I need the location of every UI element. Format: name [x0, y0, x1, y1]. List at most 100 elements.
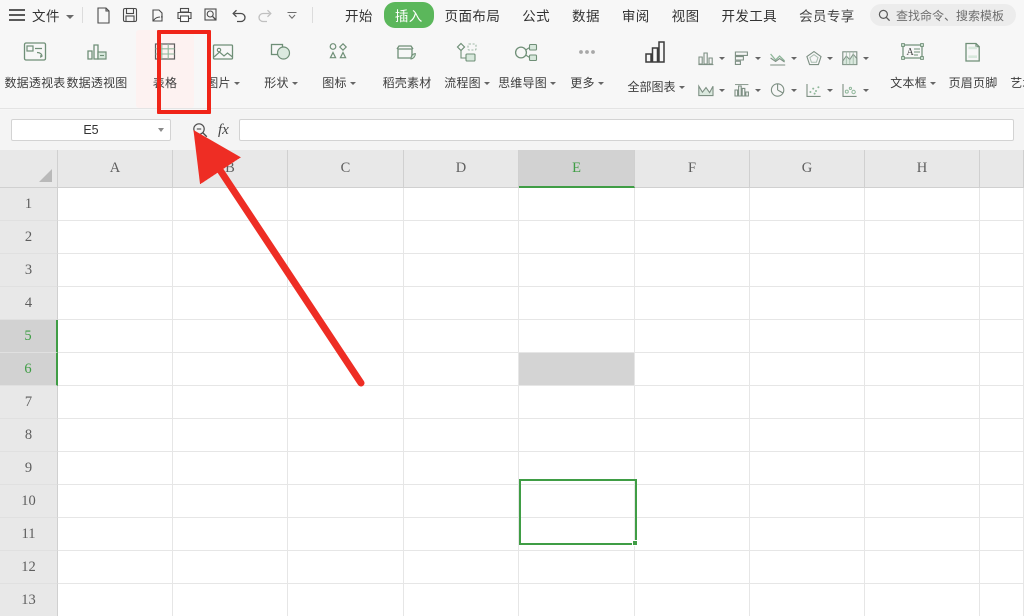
print-icon[interactable] [172, 4, 196, 26]
cell-d8[interactable] [404, 419, 519, 452]
pivot-table-button[interactable]: 数据透视表 [4, 30, 66, 108]
cell-c8[interactable] [288, 419, 404, 452]
cell-i11[interactable] [980, 518, 1024, 551]
fill-handle[interactable] [632, 540, 638, 546]
cell-b13[interactable] [173, 584, 288, 616]
cell-h1[interactable] [865, 188, 980, 221]
cell-h8[interactable] [865, 419, 980, 452]
row-header-6[interactable]: 6 [0, 353, 58, 386]
flowchart-button[interactable]: 流程图 [438, 30, 496, 108]
tab-view[interactable]: 视图 [661, 2, 711, 28]
word-art-button[interactable]: 艺术字 [1004, 30, 1024, 108]
column-header-f[interactable]: F [635, 150, 750, 188]
cell-f7[interactable] [635, 386, 750, 419]
cell-d11[interactable] [404, 518, 519, 551]
cell-i13[interactable] [980, 584, 1024, 616]
zoom-search-icon[interactable] [192, 122, 209, 139]
cell-a2[interactable] [58, 221, 173, 254]
cell-h4[interactable] [865, 287, 980, 320]
cell-g3[interactable] [750, 254, 865, 287]
cell-c9[interactable] [288, 452, 404, 485]
cell-e10[interactable] [519, 485, 635, 518]
cell-i1[interactable] [980, 188, 1024, 221]
cell-c7[interactable] [288, 386, 404, 419]
select-all-corner[interactable] [0, 150, 58, 188]
cell-e3[interactable] [519, 254, 635, 287]
cell-h2[interactable] [865, 221, 980, 254]
icons-button[interactable]: 图标 [310, 30, 368, 108]
cell-b2[interactable] [173, 221, 288, 254]
column-header-g[interactable]: G [750, 150, 865, 188]
cell-g11[interactable] [750, 518, 865, 551]
cell-c5[interactable] [288, 320, 404, 353]
mindmap-button[interactable]: 思维导图 [496, 30, 558, 108]
cell-f13[interactable] [635, 584, 750, 616]
cell-i7[interactable] [980, 386, 1024, 419]
cell-g10[interactable] [750, 485, 865, 518]
tab-developer-tools[interactable]: 开发工具 [710, 2, 788, 28]
cell-g5[interactable] [750, 320, 865, 353]
cell-a8[interactable] [58, 419, 173, 452]
shapes-button[interactable]: 形状 [252, 30, 310, 108]
cell-c10[interactable] [288, 485, 404, 518]
cell-b3[interactable] [173, 254, 288, 287]
cell-i2[interactable] [980, 221, 1024, 254]
cell-h5[interactable] [865, 320, 980, 353]
cell-i8[interactable] [980, 419, 1024, 452]
undo-icon[interactable] [226, 4, 250, 26]
cell-a3[interactable] [58, 254, 173, 287]
column-header-b[interactable]: B [173, 150, 288, 188]
cell-b9[interactable] [173, 452, 288, 485]
cell-b1[interactable] [173, 188, 288, 221]
cell-d9[interactable] [404, 452, 519, 485]
new-file-icon[interactable] [91, 4, 115, 26]
cell-a7[interactable] [58, 386, 173, 419]
cell-b6[interactable] [173, 353, 288, 386]
hamburger-icon[interactable] [9, 9, 25, 21]
row-header-13[interactable]: 13 [0, 584, 58, 616]
file-menu-button[interactable]: 文件 [32, 5, 74, 25]
cell-c2[interactable] [288, 221, 404, 254]
formula-input[interactable] [238, 119, 1014, 141]
cell-e9[interactable] [519, 452, 635, 485]
column-header-e[interactable]: E [519, 150, 635, 188]
bar-chart-button[interactable] [728, 42, 764, 74]
column-header-c[interactable]: C [288, 150, 404, 188]
all-charts-button[interactable]: 全部图表 [624, 36, 688, 95]
radar-chart-button[interactable] [800, 42, 836, 74]
cell-h13[interactable] [865, 584, 980, 616]
pivot-chart-button[interactable]: 数据透视图 [66, 30, 128, 108]
customize-qat-icon[interactable] [280, 4, 304, 26]
cell-f6[interactable] [635, 353, 750, 386]
scatter-chart-button[interactable] [800, 74, 836, 106]
name-box[interactable]: E5 [11, 119, 171, 141]
cell-d4[interactable] [404, 287, 519, 320]
tab-formula[interactable]: 公式 [511, 2, 561, 28]
tab-page-layout[interactable]: 页面布局 [434, 2, 512, 28]
cell-c6[interactable] [288, 353, 404, 386]
cell-c3[interactable] [288, 254, 404, 287]
row-header-7[interactable]: 7 [0, 386, 58, 419]
cell-a11[interactable] [58, 518, 173, 551]
row-header-3[interactable]: 3 [0, 254, 58, 287]
stock-chart-button[interactable] [692, 74, 728, 106]
cell-c4[interactable] [288, 287, 404, 320]
cell-b10[interactable] [173, 485, 288, 518]
cell-a10[interactable] [58, 485, 173, 518]
fx-label[interactable]: fx [218, 122, 229, 139]
cell-e2[interactable] [519, 221, 635, 254]
cell-b12[interactable] [173, 551, 288, 584]
tab-data[interactable]: 数据 [561, 2, 611, 28]
cell-d5[interactable] [404, 320, 519, 353]
row-header-8[interactable]: 8 [0, 419, 58, 452]
area-chart-button[interactable] [836, 42, 872, 74]
row-header-9[interactable]: 9 [0, 452, 58, 485]
cell-e6[interactable] [519, 353, 635, 386]
save-icon[interactable] [118, 4, 142, 26]
cell-f12[interactable] [635, 551, 750, 584]
cell-d2[interactable] [404, 221, 519, 254]
bubble-chart-button[interactable] [836, 74, 872, 106]
cell-b8[interactable] [173, 419, 288, 452]
tab-member-exclusive[interactable]: 会员专享 [788, 2, 866, 28]
cell-e8[interactable] [519, 419, 635, 452]
